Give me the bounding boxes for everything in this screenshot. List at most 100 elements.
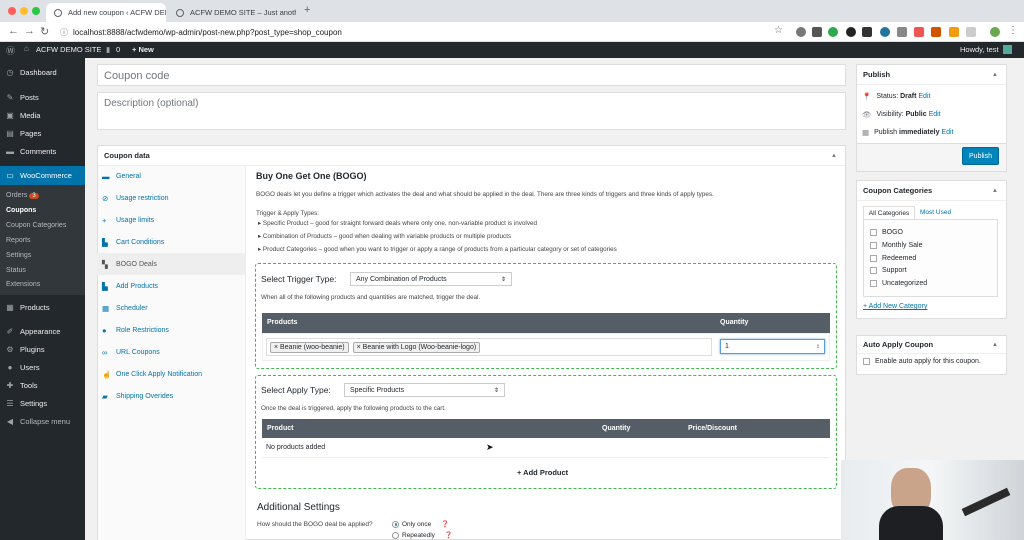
extension-icon[interactable]: [846, 27, 856, 37]
new-tab-button[interactable]: +: [304, 4, 310, 16]
extension-icon[interactable]: [914, 27, 924, 37]
extension-icon[interactable]: [931, 27, 941, 37]
window-close-icon[interactable]: [8, 7, 16, 15]
tab-general[interactable]: ▬ General: [97, 165, 245, 187]
tab-scheduler[interactable]: ▦ Scheduler: [97, 297, 245, 319]
sidebar-item-users[interactable]: ● Users: [0, 363, 85, 372]
sidebar-item-comments[interactable]: ▬ Comments: [0, 147, 85, 156]
wordpress-logo-icon[interactable]: Ⓦ: [6, 44, 15, 57]
grammarly-extension-icon[interactable]: [828, 27, 838, 37]
tab-usage-limits[interactable]: + Usage limits: [97, 209, 245, 231]
extension-icon[interactable]: [949, 27, 959, 37]
tab-add-products[interactable]: ▙ Add Products: [97, 275, 245, 297]
bookmark-star-icon[interactable]: ☆: [774, 25, 783, 36]
browser-tab[interactable]: ACFW DEMO SITE – Just anoth ×: [168, 3, 296, 22]
collapse-toggle-icon[interactable]: ▲: [831, 153, 837, 159]
submenu-orders[interactable]: Orders 3: [6, 192, 39, 199]
edit-schedule-link[interactable]: Edit: [941, 129, 953, 136]
edit-status-link[interactable]: Edit: [918, 93, 930, 100]
checkbox[interactable]: [870, 267, 877, 274]
sidebar-item-pages[interactable]: ▤ Pages: [0, 129, 85, 138]
browser-tab-active[interactable]: Add new coupon ‹ ACFW DEMO ×: [46, 3, 166, 22]
submenu-coupon-categories[interactable]: Coupon Categories: [6, 222, 66, 229]
browser-menu-icon[interactable]: ⋮: [1008, 25, 1018, 36]
category-item[interactable]: Support: [870, 267, 907, 274]
collapse-toggle-icon[interactable]: ▲: [992, 188, 998, 194]
window-minimize-icon[interactable]: [20, 7, 28, 15]
sidebar-item-dashboard[interactable]: ◷ Dashboard: [0, 68, 85, 77]
tab-url-coupons[interactable]: ∞ URL Coupons: [97, 341, 245, 363]
category-item[interactable]: Redeemed: [870, 255, 916, 262]
category-item[interactable]: BOGO: [870, 229, 903, 236]
edit-visibility-link[interactable]: Edit: [929, 111, 941, 118]
extension-icon[interactable]: [862, 27, 872, 37]
tab-most-used[interactable]: Most Used: [920, 209, 951, 216]
extension-icon[interactable]: [897, 27, 907, 37]
new-content-button[interactable]: + New: [132, 45, 154, 54]
sidebar-item-posts[interactable]: ✎ Posts: [0, 93, 85, 102]
comment-icon[interactable]: ▮: [106, 45, 110, 54]
collapse-menu-button[interactable]: ◀ Collapse menu: [0, 417, 85, 426]
comments-count[interactable]: 0: [116, 45, 120, 54]
checkbox[interactable]: [870, 255, 877, 262]
sidebar-item-woocommerce[interactable]: ▭ WooCommerce: [0, 166, 85, 185]
category-item[interactable]: Monthly Sale: [870, 242, 922, 249]
sidebar-item-appearance[interactable]: ✐ Appearance: [0, 327, 85, 336]
wordpress-extension-icon[interactable]: [880, 27, 890, 37]
tab-one-click-apply[interactable]: ☝ One Click Apply Notification: [97, 363, 245, 385]
tab-role-restrictions[interactable]: ● Role Restrictions: [97, 319, 245, 341]
coupon-code-input[interactable]: Coupon code: [97, 64, 846, 86]
howdy-user[interactable]: Howdy, test: [960, 45, 999, 54]
submenu-coupons[interactable]: Coupons: [6, 207, 36, 214]
submenu-extensions[interactable]: Extensions: [6, 281, 40, 288]
radio-unchecked-icon[interactable]: [392, 531, 399, 539]
sidebar-item-tools[interactable]: ✚ Tools: [0, 381, 85, 390]
checkbox[interactable]: [863, 358, 870, 365]
sidebar-item-plugins[interactable]: ⚙ Plugins: [0, 345, 85, 354]
category-item[interactable]: Uncategorized: [870, 280, 927, 287]
sidebar-item-settings[interactable]: ☰ Settings: [0, 399, 85, 408]
tab-bogo-deals[interactable]: ▚ BOGO Deals: [97, 253, 245, 275]
submenu-status[interactable]: Status: [6, 267, 26, 274]
profile-avatar-icon[interactable]: [990, 27, 1000, 37]
forward-arrow-icon[interactable]: →: [24, 25, 35, 37]
checkbox[interactable]: [870, 242, 877, 249]
collapse-toggle-icon[interactable]: ▲: [992, 342, 998, 348]
tab-shipping-overides[interactable]: ▰ Shipping Overides: [97, 385, 245, 407]
address-bar[interactable]: ⓘ localhost:8888/acfwdemo/wp-admin/post-…: [60, 25, 766, 39]
tab-all-categories[interactable]: All Categories: [863, 206, 915, 220]
add-new-category-link[interactable]: + Add New Category: [863, 303, 927, 310]
tab-cart-conditions[interactable]: ▙ Cart Conditions: [97, 231, 245, 253]
checkbox[interactable]: [870, 280, 877, 287]
user-avatar[interactable]: [1003, 45, 1012, 54]
tab-usage-restriction[interactable]: ⊘ Usage restriction: [97, 187, 245, 209]
window-maximize-icon[interactable]: [32, 7, 40, 15]
submenu-settings[interactable]: Settings: [6, 252, 31, 259]
collapse-toggle-icon[interactable]: ▲: [992, 72, 998, 78]
sidebar-item-media[interactable]: ▣ Media: [0, 111, 85, 120]
trigger-products-select[interactable]: × Beanie (woo-beanie) × Beanie with Logo…: [266, 338, 712, 356]
trigger-type-select[interactable]: Any Combination of Products ⇕: [350, 272, 512, 286]
stepper-icon[interactable]: ⇕: [816, 344, 820, 350]
apply-type-select[interactable]: Specific Products ⇕: [344, 383, 505, 397]
radio-repeatedly[interactable]: Repeatedly ❓: [392, 531, 453, 539]
product-token[interactable]: × Beanie with Logo (Woo-beanie-logo): [352, 341, 481, 353]
product-token[interactable]: × Beanie (woo-beanie): [270, 341, 349, 353]
back-arrow-icon[interactable]: ←: [8, 25, 19, 37]
extension-icon[interactable]: [812, 27, 822, 37]
submenu-reports[interactable]: Reports: [6, 237, 31, 244]
reload-icon[interactable]: ↻: [40, 25, 49, 38]
radio-only-once[interactable]: Only once ❓: [392, 520, 449, 528]
site-name-link[interactable]: ACFW DEMO SITE: [36, 45, 101, 54]
radio-checked-icon[interactable]: [392, 520, 399, 528]
extension-icon[interactable]: [966, 27, 976, 37]
add-product-button[interactable]: + Add Product: [517, 468, 568, 477]
user-icon: ●: [102, 325, 107, 335]
checkbox[interactable]: [870, 229, 877, 236]
description-textarea[interactable]: Description (optional): [97, 92, 846, 130]
sidebar-item-products[interactable]: ▦ Products: [0, 303, 85, 312]
trigger-quantity-input[interactable]: 1 ⇕: [720, 339, 825, 354]
auto-apply-option[interactable]: Enable auto apply for this coupon.: [863, 358, 981, 365]
publish-button[interactable]: Publish: [962, 147, 999, 165]
extension-icon[interactable]: [796, 27, 806, 37]
